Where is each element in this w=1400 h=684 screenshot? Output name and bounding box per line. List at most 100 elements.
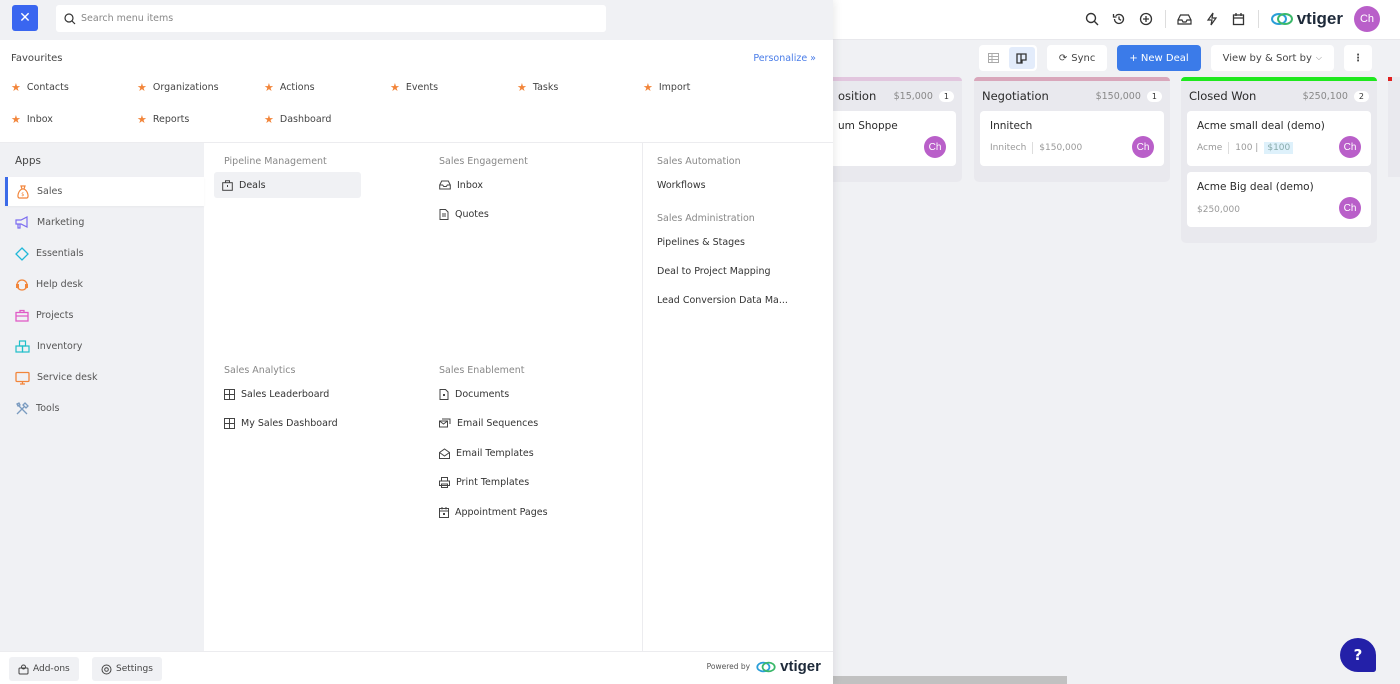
addons-label: Add-ons bbox=[33, 664, 70, 674]
star-icon: ★ bbox=[11, 81, 21, 94]
section-title: Sales Enablement bbox=[439, 365, 525, 376]
new-deal-label: + New Deal bbox=[1129, 52, 1189, 64]
megaphone-icon bbox=[15, 216, 30, 229]
new-deal-button[interactable]: + New Deal bbox=[1117, 45, 1201, 71]
deal-amount: $150,000 bbox=[1039, 143, 1083, 153]
calendar-icon bbox=[439, 506, 449, 518]
app-item-help-desk[interactable]: Help desk bbox=[5, 270, 204, 299]
calendar-icon[interactable] bbox=[1231, 11, 1247, 27]
search-icon[interactable] bbox=[1084, 11, 1100, 27]
menu-item-workflows[interactable]: Workflows bbox=[657, 172, 706, 198]
app-item-marketing[interactable]: Marketing bbox=[5, 208, 204, 237]
favourite-item[interactable]: ★ Reports bbox=[137, 114, 189, 125]
menu-item-appointment-pages[interactable]: Appointment Pages bbox=[439, 499, 548, 525]
menu-item-deals[interactable]: Deals bbox=[214, 172, 361, 198]
section-title: Sales Analytics bbox=[224, 365, 296, 376]
column-name: Negotiation bbox=[982, 89, 1049, 103]
app-item-essentials[interactable]: Essentials bbox=[5, 239, 204, 268]
personalize-link[interactable]: Personalize » bbox=[753, 53, 816, 64]
more-options-button[interactable]: ⋮ bbox=[1344, 45, 1372, 71]
menu-item-pipelines-stages[interactable]: Pipelines & Stages bbox=[657, 229, 745, 255]
star-icon: ★ bbox=[643, 81, 653, 94]
close-menu-button[interactable]: ✕ bbox=[12, 5, 38, 31]
brand-logo[interactable]: vtiger bbox=[1270, 9, 1343, 29]
menu-item-email-sequences[interactable]: Email Sequences bbox=[439, 410, 538, 436]
powered-by-label: Powered by bbox=[706, 662, 751, 671]
list-view-icon[interactable] bbox=[981, 47, 1007, 69]
column-divider bbox=[642, 143, 643, 651]
menu-item-label: Inbox bbox=[457, 179, 483, 191]
history-icon[interactable] bbox=[1111, 11, 1127, 27]
sync-button[interactable]: ⟳ Sync bbox=[1046, 45, 1108, 71]
inbox-icon[interactable] bbox=[1177, 11, 1193, 27]
app-label: Service desk bbox=[37, 372, 98, 383]
menu-item-lead-conversion-mapping[interactable]: Lead Conversion Data Ma... bbox=[657, 287, 788, 313]
app-item-service-desk[interactable]: Service desk bbox=[5, 363, 204, 392]
menu-search-input[interactable] bbox=[81, 13, 561, 24]
favourite-item[interactable]: ★ Organizations bbox=[137, 82, 219, 93]
next-column-edge bbox=[1388, 77, 1400, 177]
menu-item-inbox[interactable]: Inbox bbox=[439, 172, 483, 198]
menu-item-label: Email Templates bbox=[456, 447, 534, 459]
favourite-item[interactable]: ★ Actions bbox=[264, 82, 315, 93]
section-title: Sales Automation bbox=[657, 156, 741, 167]
inbox-icon bbox=[439, 180, 451, 190]
horizontal-scrollbar[interactable] bbox=[833, 676, 1067, 684]
kanban-view-icon[interactable] bbox=[1008, 47, 1035, 69]
sync-label: Sync bbox=[1071, 52, 1096, 64]
owner-avatar[interactable]: Ch bbox=[1132, 136, 1154, 158]
deal-qty: 100 | bbox=[1235, 143, 1259, 153]
menu-item-print-templates[interactable]: Print Templates bbox=[439, 469, 529, 495]
pipeline-toolbar: ⟳ Sync + New Deal View by & Sort by ⌵ ⋮ bbox=[978, 45, 1372, 71]
menu-item-sales-leaderboard[interactable]: Sales Leaderboard bbox=[224, 381, 329, 407]
owner-avatar[interactable]: Ch bbox=[1339, 197, 1361, 219]
column-total: $250,100 bbox=[1302, 90, 1348, 102]
addons-icon bbox=[18, 664, 29, 675]
favourite-label: Reports bbox=[152, 114, 190, 125]
deal-card[interactable]: Acme Big deal (demo) $250,000 Ch bbox=[1187, 172, 1371, 227]
menu-footer: Add-ons Settings Powered by vtiger bbox=[0, 651, 833, 684]
menu-item-quotes[interactable]: Quotes bbox=[439, 201, 489, 227]
settings-button[interactable]: Settings bbox=[92, 657, 162, 681]
menu-item-my-sales-dashboard[interactable]: My Sales Dashboard bbox=[224, 410, 338, 436]
app-item-inventory[interactable]: Inventory bbox=[5, 332, 204, 361]
lightning-icon[interactable] bbox=[1204, 11, 1220, 27]
divider bbox=[1257, 10, 1259, 28]
view-sort-dropdown[interactable]: View by & Sort by ⌵ bbox=[1210, 45, 1334, 71]
menu-item-deal-project-mapping[interactable]: Deal to Project Mapping bbox=[657, 258, 771, 284]
app-item-projects[interactable]: Projects bbox=[5, 301, 204, 330]
column-total: $15,000 bbox=[893, 90, 933, 102]
stage-color-bar bbox=[974, 77, 1170, 81]
favourite-item[interactable]: ★ Dashboard bbox=[264, 114, 331, 125]
owner-avatar[interactable]: Ch bbox=[924, 136, 946, 158]
view-sort-label: View by & Sort by bbox=[1222, 52, 1312, 64]
star-icon: ★ bbox=[137, 81, 147, 94]
favourite-item[interactable]: ★ Inbox bbox=[11, 114, 53, 125]
favourite-label: Organizations bbox=[152, 82, 219, 93]
star-icon: ★ bbox=[264, 113, 274, 126]
owner-avatar[interactable]: Ch bbox=[1339, 136, 1361, 158]
deal-title: Innitech bbox=[990, 120, 1033, 132]
vtiger-logo-icon bbox=[1270, 13, 1293, 25]
column-count: 1 bbox=[1146, 90, 1162, 102]
column-name: osition bbox=[838, 89, 877, 103]
favourite-item[interactable]: ★ Events bbox=[390, 82, 438, 93]
app-item-tools[interactable]: Tools bbox=[5, 394, 204, 423]
deal-card[interactable]: Acme small deal (demo) Acme 100 | $100 Ch bbox=[1187, 111, 1371, 166]
help-button[interactable]: ? bbox=[1340, 638, 1376, 672]
favourite-item[interactable]: ★ Import bbox=[643, 82, 690, 93]
headset-icon bbox=[15, 278, 29, 292]
user-avatar[interactable]: Ch bbox=[1354, 6, 1380, 32]
deal-card[interactable]: Innitech Innitech $150,000 Ch bbox=[980, 111, 1164, 166]
addons-button[interactable]: Add-ons bbox=[9, 657, 79, 681]
menu-item-label: Print Templates bbox=[456, 476, 530, 488]
section-title: Sales Administration bbox=[657, 213, 755, 224]
menu-item-documents[interactable]: Documents bbox=[439, 381, 509, 407]
favourite-item[interactable]: ★ Contacts bbox=[11, 82, 69, 93]
menu-item-email-templates[interactable]: Email Templates bbox=[439, 440, 534, 466]
menu-item-label: Quotes bbox=[455, 208, 489, 220]
app-item-sales[interactable]: $ Sales bbox=[5, 177, 204, 206]
add-circle-icon[interactable] bbox=[1138, 11, 1154, 27]
favourite-item[interactable]: ★ Tasks bbox=[517, 82, 558, 93]
favourite-label: Dashboard bbox=[279, 114, 332, 125]
